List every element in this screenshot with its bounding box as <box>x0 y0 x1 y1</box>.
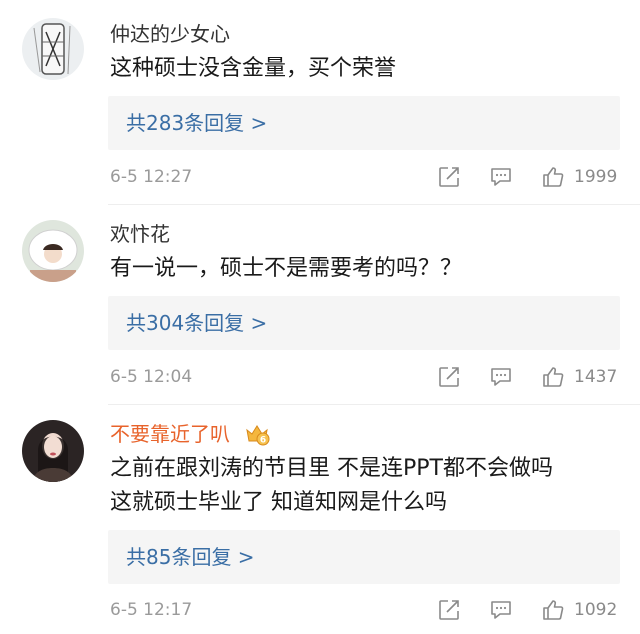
like-icon[interactable] <box>541 365 565 389</box>
view-replies-link[interactable]: 共283条回复 > <box>126 96 267 150</box>
comment-icon[interactable] <box>489 598 513 622</box>
comment-text: 有一说一，硕士不是需要考的吗？？ <box>110 252 462 286</box>
share-icon[interactable] <box>437 365 461 389</box>
divider <box>108 404 640 405</box>
reply-box[interactable]: 共304条回复 > <box>108 296 620 350</box>
comment-meta: 6-5 12:27 1999 <box>0 162 640 192</box>
username[interactable]: 不要靠近了叭 <box>110 422 230 446</box>
comment-meta: 6-5 12:17 1092 <box>0 595 640 625</box>
reply-box[interactable]: 共85条回复 > <box>108 530 620 584</box>
comment-line: 这种硕士没含金量，买个荣誉 <box>110 56 397 81</box>
avatar[interactable] <box>22 18 84 80</box>
reply-box[interactable]: 共283条回复 > <box>108 96 620 150</box>
avatar[interactable] <box>22 220 84 282</box>
view-replies-link[interactable]: 共85条回复 > <box>126 530 255 584</box>
timestamp: 6-5 12:04 <box>110 367 193 387</box>
username[interactable]: 欢忭花 <box>110 222 170 246</box>
like-count: 1437 <box>574 367 618 387</box>
view-replies-link[interactable]: 共304条回复 > <box>126 296 267 350</box>
like-icon[interactable] <box>541 165 565 189</box>
timestamp: 6-5 12:27 <box>110 167 193 187</box>
timestamp: 6-5 12:17 <box>110 600 193 620</box>
like-icon[interactable] <box>541 598 565 622</box>
comment-list: 仲达的少女心 这种硕士没含金量，买个荣誉 共283条回复 > 6-5 12:27… <box>0 0 640 634</box>
svg-text:6: 6 <box>260 436 266 446</box>
like-count: 1092 <box>574 600 618 620</box>
dark-haired-girl-avatar <box>22 420 84 482</box>
share-icon[interactable] <box>437 598 461 622</box>
comment-line: 之前在跟刘涛的节目里 不是连PPT都不会做吗 <box>110 456 553 481</box>
white-hat-person-avatar <box>22 220 84 282</box>
like-count: 1999 <box>574 167 618 187</box>
comment-line: 有一说一，硕士不是需要考的吗？？ <box>110 256 463 281</box>
comment-text: 这种硕士没含金量，买个荣誉 <box>110 52 396 86</box>
divider <box>108 204 640 205</box>
comment-icon[interactable] <box>489 365 513 389</box>
sketch-figure-avatar <box>22 18 84 80</box>
username[interactable]: 仲达的少女心 <box>110 22 230 46</box>
avatar[interactable] <box>22 420 84 482</box>
comment-line: 这就硕士毕业了 知道知网是什么吗 <box>110 490 447 515</box>
share-icon[interactable] <box>437 165 461 189</box>
comment-text: 之前在跟刘涛的节目里 不是连PPT都不会做吗 这就硕士毕业了 知道知网是什么吗 <box>110 452 553 520</box>
comment-icon[interactable] <box>489 165 513 189</box>
comment-meta: 6-5 12:04 1437 <box>0 362 640 392</box>
member-crown-badge-icon: 6 <box>246 425 270 446</box>
